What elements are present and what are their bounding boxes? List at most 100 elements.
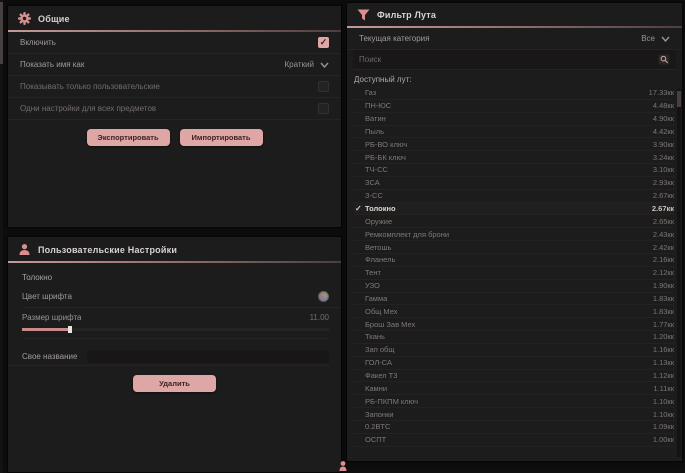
slider-fill	[22, 328, 68, 331]
resize-handle-icon[interactable]	[337, 460, 349, 472]
list-item[interactable]: Оружие2.65кк	[353, 215, 674, 228]
list-item[interactable]: Камни1.11кк	[353, 382, 674, 395]
list-item[interactable]: Ткань1.20кк	[353, 331, 674, 344]
user-icon	[18, 243, 31, 256]
item-value: 2.42кк	[653, 243, 674, 252]
setting-row-only-custom[interactable]: Показывать только пользовательские	[8, 76, 341, 98]
item-check-icon: ✓	[353, 204, 365, 213]
list-item[interactable]: Ветошь2.42кк	[353, 241, 674, 254]
list-item[interactable]: ПН-ЮС4.48кк	[353, 100, 674, 113]
item-name: Зап общ	[365, 345, 653, 354]
list-item[interactable]: Гамма1.83кк	[353, 293, 674, 306]
item-name: ПН-ЮС	[365, 101, 653, 110]
item-value: 1.83кк	[653, 307, 674, 316]
setting-row-enable[interactable]: Включить ✓	[8, 32, 341, 54]
name-mode-select[interactable]: Краткий	[285, 60, 329, 69]
funnel-icon	[357, 9, 370, 21]
font-size-slider[interactable]	[22, 328, 329, 331]
only-custom-checkbox[interactable]	[318, 81, 329, 92]
item-value: 2.65кк	[653, 217, 674, 226]
item-name: З-СС	[365, 191, 653, 200]
item-value: 2.93кк	[653, 178, 674, 187]
enable-checkbox[interactable]: ✓	[318, 37, 329, 48]
name-mode-label: Показать имя как	[20, 60, 84, 69]
list-item[interactable]: Общ Мех1.83кк	[353, 305, 674, 318]
item-value: 4.42кк	[653, 127, 674, 136]
item-value: 1.77кк	[653, 320, 674, 329]
export-button[interactable]: Экспортировать	[87, 129, 170, 146]
item-value: 3.10кк	[653, 165, 674, 174]
setting-row-same-settings[interactable]: Одни настройки для всех предметов	[8, 98, 341, 120]
item-value: 1.00кк	[653, 435, 674, 444]
item-value: 2.67кк	[653, 191, 674, 200]
list-item[interactable]: УЗО1.90кк	[353, 280, 674, 293]
category-select[interactable]: Все	[641, 34, 670, 43]
loot-list-scrollbar[interactable]	[677, 89, 681, 457]
loot-filter-title: Фильтр Лута	[377, 10, 436, 20]
list-item[interactable]: РБ-ПКПМ ключ1.10кк	[353, 395, 674, 408]
same-settings-checkbox[interactable]	[318, 103, 329, 114]
list-item[interactable]: З-СС2.67кк	[353, 190, 674, 203]
list-item[interactable]: Фланель2.16кк	[353, 254, 674, 267]
custom-name-input[interactable]	[87, 350, 329, 363]
list-item[interactable]: ЗСА2.93кк	[353, 177, 674, 190]
item-name: Толокно	[365, 204, 652, 213]
list-item[interactable]: ГОЛ-СА1.13кк	[353, 357, 674, 370]
page-scrollbar[interactable]	[0, 0, 3, 473]
general-panel-header: Общие	[8, 6, 341, 30]
item-name: Пыль	[365, 127, 653, 136]
custom-settings-panel: Пользовательские Настройки Толокно Цвет …	[7, 236, 342, 473]
list-item[interactable]: РБ-ВО ключ3.90кк	[353, 138, 674, 151]
slider-thumb[interactable]	[68, 326, 72, 333]
search-placeholder: Поиск	[359, 55, 381, 64]
item-value: 1.12кк	[653, 371, 674, 380]
list-item[interactable]: Запонки1.10кк	[353, 408, 674, 421]
item-value: 17.33кк	[649, 88, 674, 97]
selected-item-name[interactable]: Толокно	[8, 263, 341, 286]
export-import-row: Экспортировать Импортировать	[8, 129, 341, 146]
item-name: Факел Т3	[365, 371, 653, 380]
item-name: 0.2BTC	[365, 422, 653, 431]
item-value: 1.10кк	[653, 397, 674, 406]
list-item[interactable]: Пыль4.42кк	[353, 126, 674, 139]
font-color-row[interactable]: Цвет шрифта	[22, 286, 341, 308]
item-name: Газ	[365, 88, 649, 97]
import-button[interactable]: Импортировать	[180, 129, 263, 146]
item-name: Тент	[365, 268, 653, 277]
custom-name-label: Свое название	[22, 352, 77, 361]
name-mode-value: Краткий	[285, 60, 314, 69]
custom-name-row: Свое название	[8, 348, 329, 366]
item-name: Ватин	[365, 114, 653, 123]
color-wheel-icon[interactable]	[318, 291, 329, 302]
list-item[interactable]: Ватин4.90кк	[353, 113, 674, 126]
list-item[interactable]: ОСПТ1.00кк	[353, 434, 674, 447]
loot-filter-panel: Фильтр Лута Текущая категория Все Поиск …	[346, 2, 683, 462]
setting-row-name-mode[interactable]: Показать имя как Краткий	[8, 54, 341, 76]
list-item[interactable]: Брош Зав Мех1.77кк	[353, 318, 674, 331]
list-item[interactable]: 0.2BTC1.09кк	[353, 421, 674, 434]
list-item[interactable]: Зап общ1.16кк	[353, 344, 674, 357]
category-row[interactable]: Текущая категория Все	[347, 28, 682, 50]
list-item[interactable]: Газ17.33кк	[353, 87, 674, 100]
list-item[interactable]: Тент2.12кк	[353, 267, 674, 280]
item-value: 3.90кк	[653, 140, 674, 149]
item-value: 2.67кк	[652, 204, 674, 213]
search-bar[interactable]: Поиск	[353, 50, 676, 70]
item-name: Общ Мех	[365, 307, 653, 316]
item-value: 4.48кк	[653, 101, 674, 110]
list-item[interactable]: РБ-БК ключ3.24кк	[353, 151, 674, 164]
font-size-label: Размер шрифта	[22, 313, 81, 322]
list-item[interactable]: Факел Т31.12кк	[353, 370, 674, 383]
gear-icon	[18, 12, 31, 25]
search-icon[interactable]	[658, 54, 670, 65]
list-item[interactable]: ТЧ-СС3.10кк	[353, 164, 674, 177]
loot-list-scrollbar-thumb[interactable]	[677, 91, 681, 107]
delete-button[interactable]: Удалить	[133, 375, 216, 392]
only-custom-label: Показывать только пользовательские	[20, 82, 160, 91]
item-name: Ткань	[365, 332, 653, 341]
page-scrollbar-thumb[interactable]	[0, 2, 3, 64]
list-item[interactable]: Ремкомплект для брони2.43кк	[353, 228, 674, 241]
font-color-label: Цвет шрифта	[22, 292, 72, 301]
item-name: Камни	[365, 384, 653, 393]
list-item[interactable]: ✓Толокно2.67кк	[353, 203, 674, 216]
